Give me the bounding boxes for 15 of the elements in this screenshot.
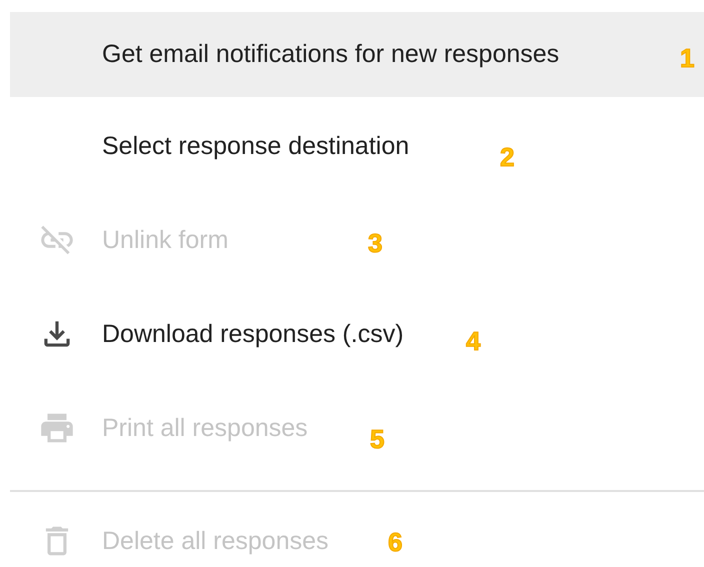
menu-item[interactable]: Get email notifications for new responses 1	[10, 12, 704, 97]
menu-item[interactable]: Download responses (.csv) 4	[10, 287, 704, 381]
annotation-number: 5	[370, 424, 384, 455]
annotation-number: 2	[500, 142, 514, 173]
menu-item-label: Select response destination	[102, 132, 410, 160]
menu-item-label: Delete all responses	[102, 526, 329, 556]
menu-item-label: Download responses (.csv)	[102, 320, 404, 348]
annotation-number: 1	[680, 42, 694, 74]
annotation-number: 6	[388, 527, 402, 558]
menu-item[interactable]: Select response destination 2	[10, 99, 704, 193]
menu-item-label: Print all responses	[102, 414, 308, 442]
menu-item-label: Unlink form	[102, 226, 228, 254]
annotation-number: 3	[368, 228, 382, 259]
menu-item-label: Get email notifications for new responses	[102, 40, 560, 69]
annotation-number: 4	[466, 326, 480, 357]
